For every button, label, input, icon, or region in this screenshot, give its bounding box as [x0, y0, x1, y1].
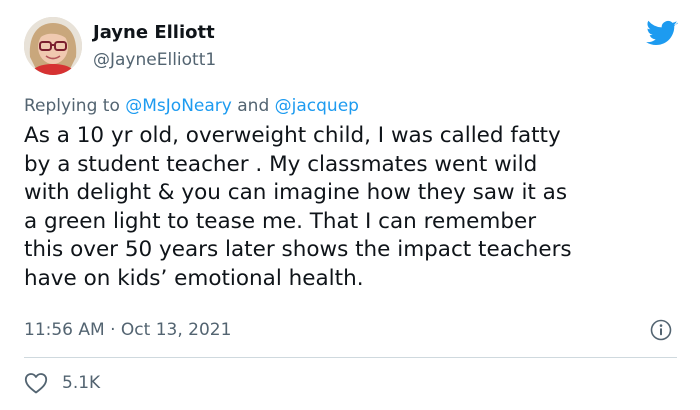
replying-to: Replying to @MsJoNeary and @jacquep [24, 96, 359, 116]
tweet-text-line: a green light to tease me. That I can re… [24, 208, 537, 234]
tweet-text-line: by a student teacher . My classmates wen… [24, 151, 538, 177]
tweet-text-line: have on kids’ emotional health. [24, 265, 364, 291]
like-button[interactable]: 5.1K [24, 370, 100, 396]
twitter-bird-icon[interactable] [646, 20, 678, 48]
user-handle[interactable]: @JayneElliott1 [93, 50, 216, 70]
tweet-text-line: this over 50 years later shows the impac… [24, 237, 572, 262]
avatar-image [24, 17, 82, 75]
like-count: 5.1K [62, 373, 101, 393]
info-icon[interactable] [650, 319, 672, 341]
tweet-card: Jayne Elliott @JayneElliott1 Replying to… [0, 0, 700, 410]
tweet-timestamp[interactable]: 11:56 AM · Oct 13, 2021 [24, 320, 231, 340]
mention-link[interactable]: @jacquep [275, 96, 359, 116]
replying-connector: and [231, 96, 275, 116]
display-name[interactable]: Jayne Elliott [93, 22, 215, 43]
tweet-text-line: As a 10 yr old, overweight child, I was … [24, 123, 561, 148]
divider [24, 357, 677, 358]
tweet-text: As a 10 yr old, overweight child, I was … [24, 122, 684, 293]
replying-prefix: Replying to [24, 96, 126, 116]
tweet-text-line: with delight & you can imagine how they … [24, 180, 568, 205]
avatar[interactable] [24, 17, 82, 75]
heart-icon [24, 373, 48, 394]
mention-link[interactable]: @MsJoNeary [125, 96, 232, 116]
